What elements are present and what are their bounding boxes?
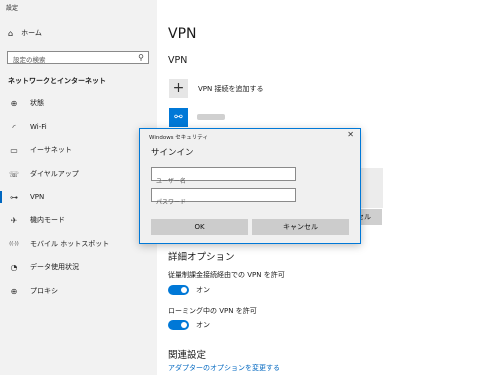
dialog-close-icon[interactable]: ✕	[347, 130, 354, 139]
hotspot-icon: ((·))	[9, 241, 19, 247]
vpn-connection-icon[interactable]: ⚯	[169, 108, 188, 127]
roaming-vpn-toggle-row: オン	[168, 320, 210, 330]
settings-window: ⌂ ホーム 設定の検索 ⚲ ネットワークとインターネット ⊕ 状態 ◜ Wi-F…	[0, 0, 500, 375]
add-vpn-label: VPN 接続を追加する	[198, 84, 264, 93]
sidebar-item-label: データ使用状況	[30, 263, 79, 271]
adapter-options-link[interactable]: アダプターのオプションを変更する	[168, 363, 280, 373]
sidebar-item-label: 状態	[30, 99, 44, 107]
sidebar-item-label: ダイヤルアップ	[30, 170, 79, 178]
app-title: 設定	[6, 5, 19, 12]
vpn-icon: ⊶	[10, 192, 18, 202]
search-icon[interactable]: ⚲	[138, 53, 144, 62]
sidebar-item-label: VPN	[30, 193, 45, 201]
ethernet-icon: ▭	[10, 145, 18, 155]
sidebar-item-label: 機内モード	[30, 216, 65, 224]
password-field[interactable]	[151, 188, 296, 209]
sidebar-item-status[interactable]: ⊕ 状態	[0, 93, 157, 113]
search-placeholder: 設定の検索	[13, 56, 46, 64]
sidebar-item-hotspot[interactable]: ((·)) モバイル ホットスポット	[0, 234, 157, 254]
sidebar-home[interactable]: ⌂ ホーム	[8, 28, 42, 38]
related-settings-title: 関連設定	[168, 350, 207, 361]
username-input[interactable]	[152, 175, 295, 188]
data-usage-icon: ◔	[10, 262, 18, 272]
vpn-section-title: VPN	[168, 55, 188, 66]
sidebar-item-label: モバイル ホットスポット	[30, 240, 110, 248]
settings-search[interactable]: 設定の検索 ⚲	[7, 51, 149, 64]
sidebar-item-ethernet[interactable]: ▭ イーサネット	[0, 140, 157, 160]
plus-icon: +	[169, 79, 188, 98]
toggle-state: オン	[196, 321, 210, 329]
sidebar-item-label: プロキシ	[30, 287, 58, 295]
toggle-state: オン	[196, 286, 210, 294]
toggle-knob	[181, 287, 187, 293]
proxy-icon: ⊕	[10, 286, 18, 296]
sidebar-item-label: Wi-Fi	[30, 123, 47, 131]
metered-vpn-label: 従量制課金接続経由での VPN を許可	[168, 271, 285, 279]
sidebar-item-dialup[interactable]: ☏ ダイヤルアップ	[0, 164, 157, 184]
dialog-heading: サインイン	[151, 148, 194, 158]
phone-icon: ☏	[8, 169, 19, 179]
metered-vpn-toggle-row: オン	[168, 285, 210, 295]
sidebar-item-proxy[interactable]: ⊕ プロキシ	[0, 281, 157, 301]
username-field[interactable]	[151, 167, 296, 188]
sidebar-item-airplane[interactable]: ✈ 機内モード	[0, 210, 157, 230]
roaming-vpn-toggle[interactable]	[168, 320, 189, 330]
sidebar-item-vpn[interactable]: ⊶ VPN	[0, 187, 157, 207]
ok-button[interactable]: OK	[151, 219, 248, 235]
sidebar: ⌂ ホーム 設定の検索 ⚲ ネットワークとインターネット ⊕ 状態 ◜ Wi-F…	[0, 0, 157, 375]
add-vpn-button[interactable]: + VPN 接続を追加する	[169, 79, 263, 98]
airplane-icon: ✈	[10, 215, 18, 225]
page-title: VPN	[168, 26, 197, 42]
vpn-connection-name-redacted	[197, 114, 225, 120]
globe-icon: ⊕	[10, 98, 18, 108]
sidebar-item-data-usage[interactable]: ◔ データ使用状況	[0, 257, 157, 277]
home-label: ホーム	[21, 29, 42, 37]
metered-vpn-toggle[interactable]	[168, 285, 189, 295]
dialog-window-title: Windows セキュリティ	[149, 135, 208, 141]
sidebar-section-title: ネットワークとインターネット	[8, 77, 106, 85]
sidebar-item-wifi[interactable]: ◜ Wi-Fi	[0, 117, 157, 137]
signin-dialog: Windows セキュリティ ✕ サインイン OK キャンセル	[139, 128, 361, 244]
roaming-vpn-label: ローミング中の VPN を許可	[168, 307, 257, 315]
password-input[interactable]	[152, 196, 295, 209]
toggle-knob	[181, 322, 187, 328]
cancel-button[interactable]: キャンセル	[252, 219, 349, 235]
sidebar-item-label: イーサネット	[30, 146, 72, 154]
advanced-options-title: 詳細オプション	[168, 252, 235, 263]
home-icon: ⌂	[8, 28, 14, 38]
wifi-icon: ◜	[12, 122, 16, 132]
